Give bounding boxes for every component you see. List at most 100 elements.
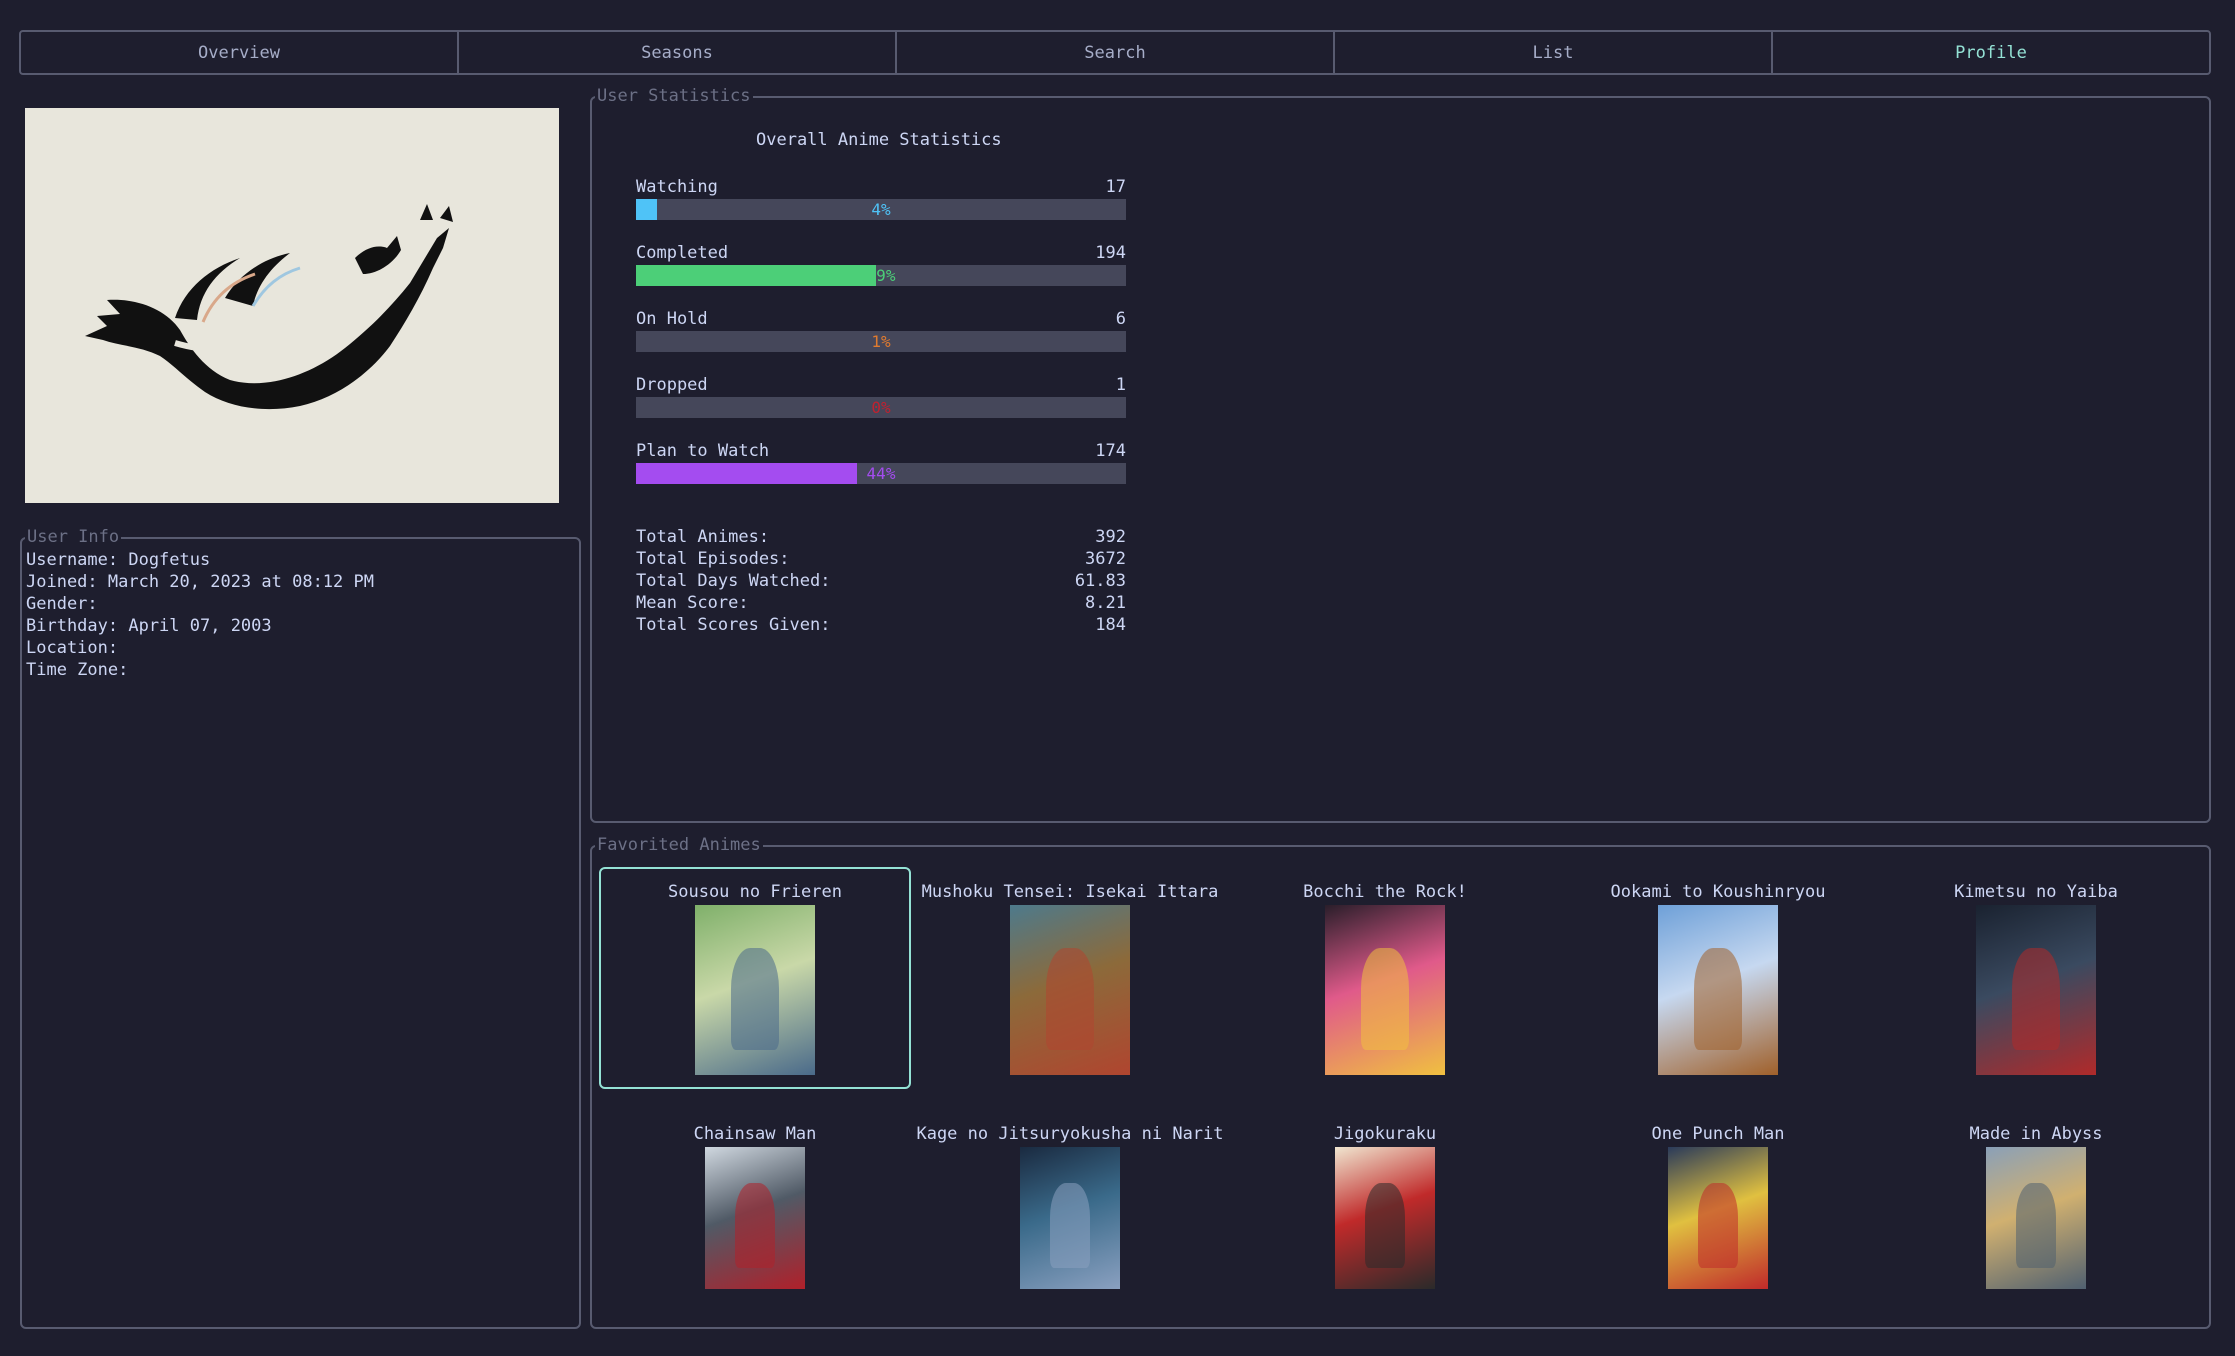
tab-search[interactable]: Search: [897, 32, 1335, 73]
progress-bar: 4%: [636, 199, 1126, 220]
total-label: Mean Score:: [636, 593, 749, 613]
total-value: 8.21: [1085, 593, 1126, 613]
leaping-cat-silhouette-icon: [85, 204, 453, 410]
poster-figure: [2016, 1182, 2056, 1268]
favorite-title: Bocchi the Rock!: [1303, 882, 1467, 902]
favorite-title: Made in Abyss: [1969, 1124, 2103, 1144]
anime-poster-image: [695, 905, 815, 1075]
favorite-title: Sousou no Frieren: [668, 882, 842, 902]
poster-figure: [1365, 1182, 1405, 1268]
progress-bar: 44%: [636, 463, 1126, 484]
anime-poster-image: [1986, 1147, 2086, 1289]
anime-poster-image: [1010, 905, 1130, 1075]
favorited-animes-panel: Favorited Animes Sousou no Frieren Musho…: [590, 835, 2211, 1331]
poster-figure: [735, 1182, 775, 1268]
total-row: Mean Score: 8.21: [636, 592, 1126, 614]
stat-label: Plan to Watch: [636, 441, 770, 461]
stat-label: Completed: [636, 243, 729, 263]
percent-label: 49%: [866, 266, 896, 285]
poster-figure: [731, 947, 779, 1050]
total-value: 61.83: [1074, 571, 1126, 591]
favorite-title: Ookami to Koushinryou: [1610, 882, 1826, 902]
favorite-card[interactable]: Jigokuraku: [1229, 1109, 1541, 1331]
tab-list[interactable]: List: [1335, 32, 1773, 73]
totals-list: Total Animes: 392 Total Episodes: 3672 Tot…: [636, 526, 1126, 636]
stat-label: Watching: [636, 177, 718, 197]
total-label: Total Episodes:: [636, 549, 790, 569]
total-label: Total Animes:: [636, 527, 770, 547]
favorited-animes-legend: Favorited Animes: [595, 835, 763, 855]
favorite-title: Kimetsu no Yaiba: [1954, 882, 2118, 902]
stat-count: 1: [1115, 375, 1126, 395]
anime-poster-image: [1668, 1147, 1768, 1289]
anime-poster-image: [1976, 905, 2096, 1075]
favorite-card[interactable]: Kage no Jitsuryokusha ni Narit: [914, 1109, 1226, 1331]
stat-bar-dropped: Dropped 1 0%: [636, 374, 1126, 418]
total-label: Total Scores Given:: [636, 615, 831, 635]
total-row: Total Scores Given: 184: [636, 614, 1126, 636]
favorite-card[interactable]: Sousou no Frieren: [599, 867, 911, 1089]
total-row: Total Animes: 392: [636, 526, 1126, 548]
percent-label: 44%: [866, 464, 896, 483]
poster-figure: [1050, 1182, 1090, 1268]
user-statistics-panel: User Statistics Overall Anime Statistics…: [590, 86, 2211, 823]
username-line: Username: Dogfetus: [26, 550, 211, 570]
gender-line: Gender:: [26, 594, 98, 614]
total-label: Total Days Watched:: [636, 571, 831, 591]
poster-figure: [2012, 947, 2060, 1050]
anime-poster-image: [1325, 905, 1445, 1075]
stat-label: On Hold: [636, 309, 708, 329]
joined-line: Joined: March 20, 2023 at 08:12 PM: [26, 572, 374, 592]
birthday-line: Birthday: April 07, 2003: [26, 616, 272, 636]
favorite-title: Jigokuraku: [1333, 1124, 1437, 1144]
favorite-card[interactable]: Chainsaw Man: [599, 1109, 911, 1331]
stat-count: 174: [1095, 441, 1126, 461]
tab-seasons[interactable]: Seasons: [459, 32, 897, 73]
stat-bar-on-hold: On Hold 6 1%: [636, 308, 1126, 352]
total-row: Total Episodes: 3672: [636, 548, 1126, 570]
total-row: Total Days Watched: 61.83: [636, 570, 1126, 592]
poster-figure: [1046, 947, 1094, 1050]
favorite-card[interactable]: One Punch Man: [1562, 1109, 1874, 1331]
favorite-title: Mushoku Tensei: Isekai Ittara: [921, 882, 1219, 902]
favorite-title: Kage no Jitsuryokusha ni Narit: [916, 1124, 1224, 1144]
poster-figure: [1698, 1182, 1738, 1268]
total-value: 3672: [1085, 549, 1126, 569]
poster-figure: [1361, 947, 1409, 1050]
poster-figure: [1694, 947, 1742, 1050]
progress-bar: 1%: [636, 331, 1126, 352]
percent-label: 1%: [871, 332, 891, 351]
anime-poster-image: [1658, 905, 1778, 1075]
favorite-card[interactable]: Made in Abyss: [1880, 1109, 2192, 1331]
favorite-card[interactable]: Bocchi the Rock!: [1229, 867, 1541, 1089]
tab-overview[interactable]: Overview: [21, 32, 459, 73]
user-info-panel: User Info Username: Dogfetus Joined: Mar…: [20, 527, 581, 1329]
progress-bar: 49%: [636, 265, 1126, 286]
tab-profile[interactable]: Profile: [1773, 32, 2209, 73]
stat-bar-watching: Watching 17 4%: [636, 176, 1126, 220]
percent-label: 4%: [871, 200, 891, 219]
favorite-title: Chainsaw Man: [693, 1124, 817, 1144]
user-statistics-legend: User Statistics: [595, 86, 753, 106]
favorite-card[interactable]: Mushoku Tensei: Isekai Ittara: [914, 867, 1226, 1089]
stat-count: 194: [1095, 243, 1126, 263]
anime-poster-image: [705, 1147, 805, 1289]
total-value: 392: [1095, 527, 1126, 547]
favorite-card[interactable]: Ookami to Koushinryou: [1562, 867, 1874, 1089]
favorite-card[interactable]: Kimetsu no Yaiba: [1880, 867, 2192, 1089]
stat-count: 17: [1105, 177, 1126, 197]
timezone-line: Time Zone:: [26, 660, 129, 680]
location-line: Location:: [26, 638, 119, 658]
stats-title: Overall Anime Statistics: [756, 130, 1002, 150]
stat-bar-completed: Completed 194 49%: [636, 242, 1126, 286]
anime-poster-image: [1020, 1147, 1120, 1289]
stat-bar-plan-to-watch: Plan to Watch 174 44%: [636, 440, 1126, 484]
user-info-legend: User Info: [25, 527, 122, 547]
progress-bar: 0%: [636, 397, 1126, 418]
tab-bar: Overview Seasons Search List Profile: [19, 30, 2211, 75]
anime-poster-image: [1335, 1147, 1435, 1289]
stat-count: 6: [1115, 309, 1126, 329]
total-value: 184: [1095, 615, 1126, 635]
avatar: [25, 108, 559, 503]
stat-label: Dropped: [636, 375, 708, 395]
